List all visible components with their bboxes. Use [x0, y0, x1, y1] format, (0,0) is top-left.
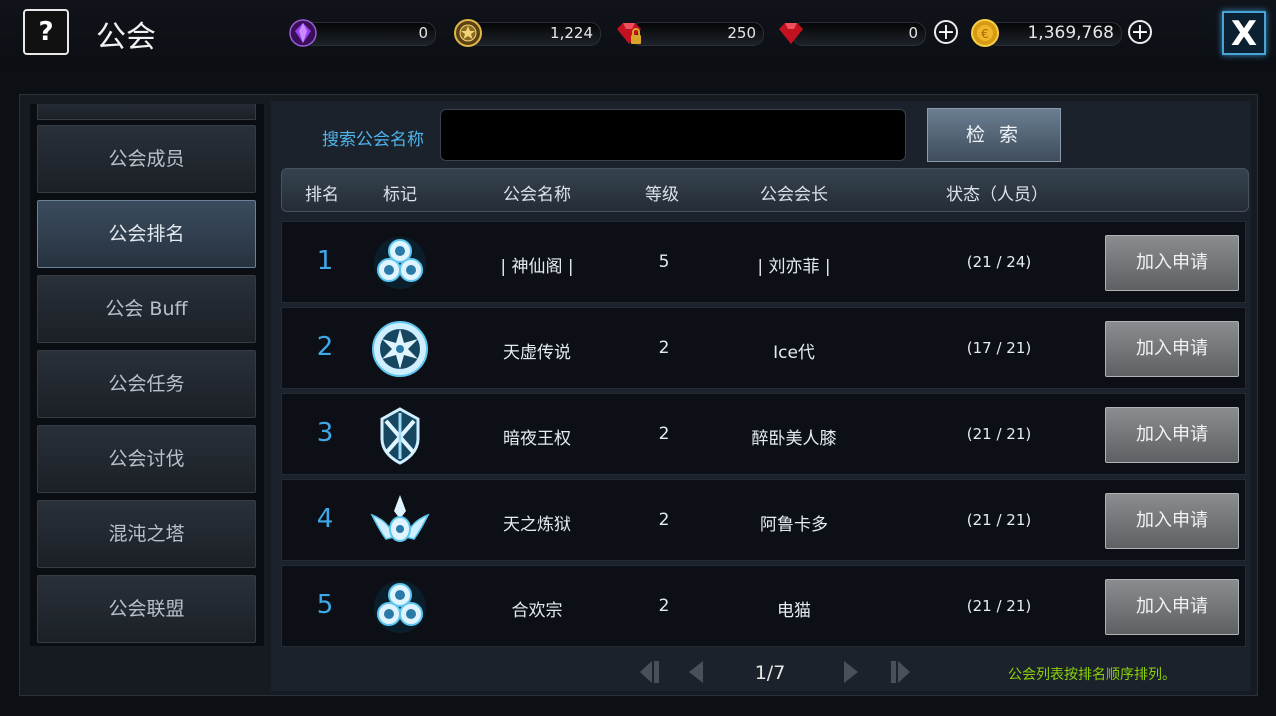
guild-level: 2	[658, 424, 670, 444]
header-level: 等级	[645, 185, 679, 205]
prev-page-icon[interactable]	[683, 657, 713, 687]
guild-level: 2	[658, 338, 670, 358]
currency-locked-ruby: 250	[614, 22, 764, 46]
guild-search-input[interactable]	[440, 109, 906, 161]
join-request-button[interactable]: 加入申请	[1105, 493, 1239, 549]
rank-number: 2	[316, 332, 334, 362]
sort-hint: 公会列表按排名顺序排列。	[1008, 667, 1176, 683]
crossed-swords-emblem-icon	[380, 407, 420, 465]
currency-guild-coin: 1,224	[453, 19, 601, 47]
table-row: 3 暗夜王权 2 醉卧美人膝 (21 / 21) 加入申请	[281, 393, 1246, 475]
join-request-button[interactable]: 加入申请	[1105, 579, 1239, 635]
ruby-icon	[779, 23, 803, 44]
guild-status: (21 / 24)	[966, 253, 1032, 271]
guild-status: (21 / 21)	[966, 425, 1032, 443]
locked-ruby-icon	[617, 23, 641, 44]
currency-ruby: 0	[776, 22, 926, 46]
guild-status: (21 / 21)	[966, 597, 1032, 615]
gold-coin-icon: €	[971, 19, 999, 47]
guild-name: 暗夜王权	[503, 429, 571, 449]
rank-number: 4	[316, 504, 334, 534]
purple-gem-value: 0	[418, 24, 428, 42]
table-row: 5 合欢宗 2 电猫 (21 / 21) 加入申请	[281, 565, 1246, 647]
guild-coin-value: 1,224	[550, 24, 593, 42]
guild-level: 2	[658, 596, 670, 616]
currency-purple-gem: 0	[288, 19, 436, 47]
rank-number: 5	[316, 590, 334, 620]
sidebar-item-partial[interactable]	[37, 104, 256, 120]
sidebar-item-raid[interactable]: 公会讨伐	[37, 425, 256, 493]
table-row: 4 天之炼狱 2 阿鲁卡多 (21 / 21) 加入申请	[281, 479, 1246, 561]
guild-leader: Ice代	[773, 343, 815, 363]
guild-coin-icon	[454, 19, 482, 47]
table-row: 2 天虚传说 2 Ice代 (17 / 21) 加入申请	[281, 307, 1246, 389]
guild-leader: 阿鲁卡多	[760, 515, 828, 535]
first-page-icon[interactable]	[636, 657, 666, 687]
guild-status: (21 / 21)	[966, 511, 1032, 529]
search-button[interactable]: 检 索	[927, 108, 1061, 162]
join-request-button[interactable]: 加入申请	[1105, 321, 1239, 377]
winged-eye-emblem-icon	[370, 495, 430, 542]
gold-coin-value: 1,369,768	[1027, 23, 1114, 43]
svg-text:€: €	[981, 27, 989, 41]
sidebar-item-quests[interactable]: 公会任务	[37, 350, 256, 418]
triskelion-emblem-icon	[374, 237, 426, 289]
guild-leader: 醉卧美人膝	[751, 429, 837, 449]
page-indicator: 1/7	[754, 662, 786, 684]
help-button[interactable]: ?	[23, 9, 69, 55]
triskelion-emblem-icon	[374, 581, 426, 633]
header-leader: 公会会长	[760, 185, 828, 205]
last-page-icon[interactable]	[884, 657, 914, 687]
dragon-emblem-icon	[372, 321, 428, 377]
currency-gold-coin: € 1,369,768	[970, 19, 1122, 47]
page-title: 公会	[96, 20, 156, 55]
header-rank: 排名	[305, 185, 339, 205]
table-row: 1 | 神仙阁 | 5 | 刘亦菲 | (21 / 24) 加入申请	[281, 221, 1246, 303]
search-label: 搜索公会名称	[322, 130, 424, 150]
join-request-button[interactable]: 加入申请	[1105, 407, 1239, 463]
close-button[interactable]: X	[1222, 11, 1266, 55]
guild-status: (17 / 21)	[966, 339, 1032, 357]
sidebar-item-ranking[interactable]: 公会排名	[37, 200, 256, 268]
add-ruby-button[interactable]: +	[934, 20, 958, 44]
sidebar-item-members[interactable]: 公会成员	[37, 125, 256, 193]
guild-leader: 电猫	[777, 601, 811, 621]
locked-ruby-value: 250	[727, 24, 756, 42]
rank-number: 3	[316, 418, 334, 448]
rank-number: 1	[316, 246, 334, 276]
sidebar: 公会成员 公会排名 公会 Buff 公会任务 公会讨伐 混沌之塔 公会联盟	[30, 104, 264, 646]
guild-level: 5	[658, 252, 670, 272]
purple-gem-icon	[289, 19, 317, 47]
guild-name: 合欢宗	[511, 601, 563, 621]
header-emblem: 标记	[383, 185, 417, 205]
ruby-value: 0	[908, 24, 918, 42]
guild-name: 天虚传说	[503, 343, 571, 363]
header-guild-name: 公会名称	[503, 185, 571, 205]
guild-leader: | 刘亦菲 |	[757, 257, 831, 277]
sidebar-item-alliance[interactable]: 公会联盟	[37, 575, 256, 643]
sidebar-item-chaos-tower[interactable]: 混沌之塔	[37, 500, 256, 568]
guild-name: | 神仙阁 |	[500, 257, 574, 277]
next-page-icon[interactable]	[834, 657, 864, 687]
sidebar-item-buff[interactable]: 公会 Buff	[37, 275, 256, 343]
guild-level: 2	[658, 510, 670, 530]
add-gold-button[interactable]: +	[1128, 20, 1152, 44]
table-header: 排名 标记 公会名称 等级 公会会长 状态（人员）	[281, 168, 1249, 212]
guild-name: 天之炼狱	[503, 515, 571, 535]
header-status: 状态（人员）	[946, 185, 1048, 205]
join-request-button[interactable]: 加入申请	[1105, 235, 1239, 291]
